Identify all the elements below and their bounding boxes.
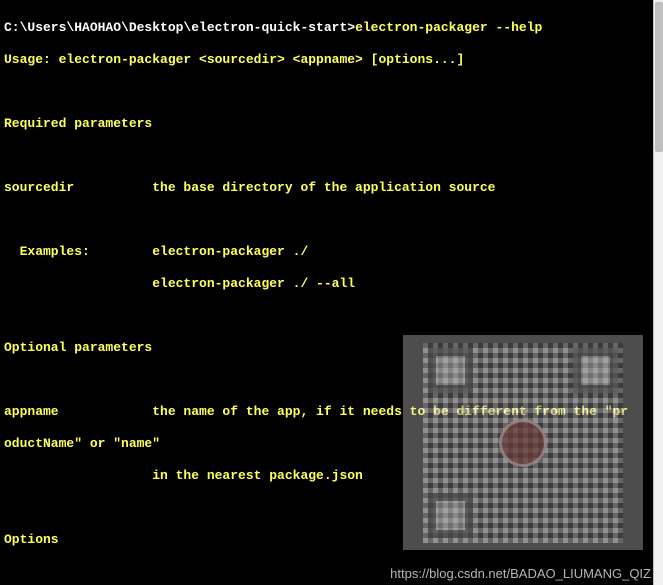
blank-line bbox=[4, 212, 653, 228]
usage-line: Usage: electron-packager <sourcedir> <ap… bbox=[4, 52, 653, 68]
param-sourcedir: sourcedir the base directory of the appl… bbox=[4, 180, 653, 196]
qr-code-watermark bbox=[403, 335, 643, 550]
examples-line1: Examples: electron-packager ./ bbox=[4, 244, 653, 260]
qr-code-icon bbox=[423, 343, 623, 543]
blank-line bbox=[4, 84, 653, 100]
prompt-path: C:\Users\HAOHAO\Desktop\electron-quick-s… bbox=[4, 20, 355, 35]
examples-line2: electron-packager ./ --all bbox=[4, 276, 653, 292]
command-text: electron-packager --help bbox=[355, 20, 542, 35]
blank-line bbox=[4, 308, 653, 324]
scrollbar-thumb[interactable] bbox=[655, 2, 663, 152]
watermark-url: https://blog.csdn.net/BADAO_LIUMANG_QIZ bbox=[390, 566, 651, 582]
vertical-scrollbar[interactable] bbox=[653, 0, 663, 585]
section-required: Required parameters bbox=[4, 116, 653, 132]
blank-line bbox=[4, 148, 653, 164]
